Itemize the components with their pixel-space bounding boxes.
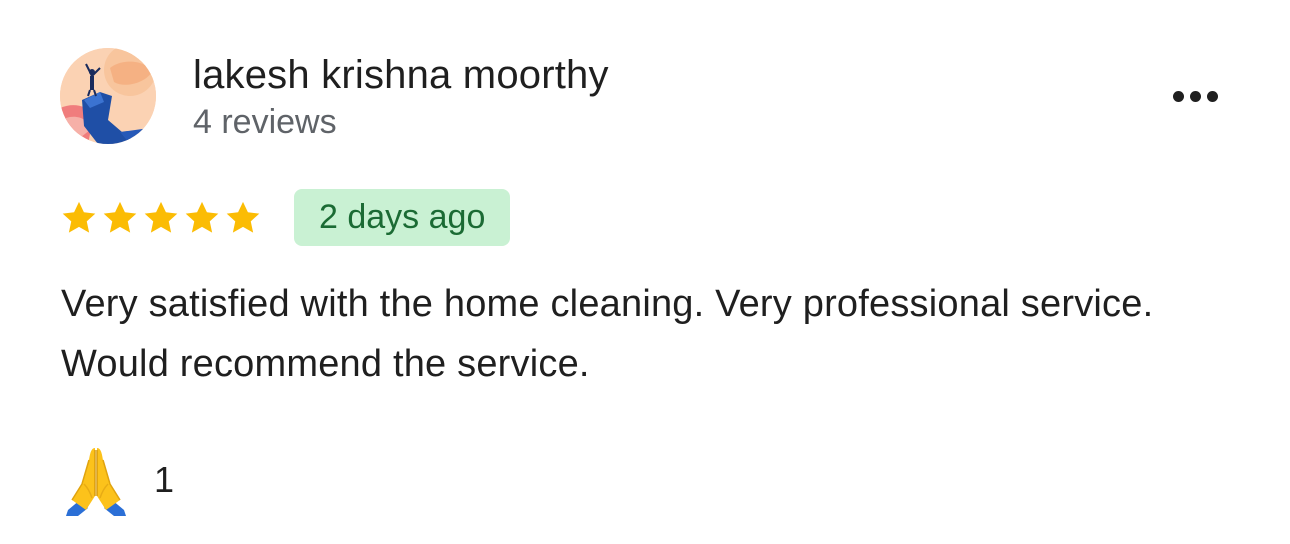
star-icon: [62, 201, 96, 233]
more-horizontal-icon: [1206, 90, 1218, 102]
review-date-badge: 2 days ago: [294, 189, 511, 246]
star-icon: [226, 201, 260, 233]
author-review-count[interactable]: 4 reviews: [193, 102, 337, 142]
author-name[interactable]: lakesh krishna moorthy: [193, 52, 609, 98]
star-rating: [60, 196, 265, 240]
more-horizontal-icon: [1172, 90, 1184, 102]
avatar-illustration: [60, 48, 156, 144]
reaction-button[interactable]: 1: [60, 444, 174, 516]
star-icon: [103, 201, 137, 233]
more-horizontal-icon: [1189, 90, 1201, 102]
reaction-count: 1: [154, 459, 175, 500]
star-icon: [144, 201, 178, 233]
folded-hands-icon: [66, 448, 126, 516]
review-card: lakesh krishna moorthy 4 reviews 2 days …: [0, 0, 1290, 544]
more-options-button[interactable]: [1160, 76, 1230, 116]
star-icon: [185, 201, 219, 233]
review-text: Very satisfied with the home cleaning. V…: [61, 283, 1154, 385]
avatar[interactable]: [60, 48, 156, 144]
